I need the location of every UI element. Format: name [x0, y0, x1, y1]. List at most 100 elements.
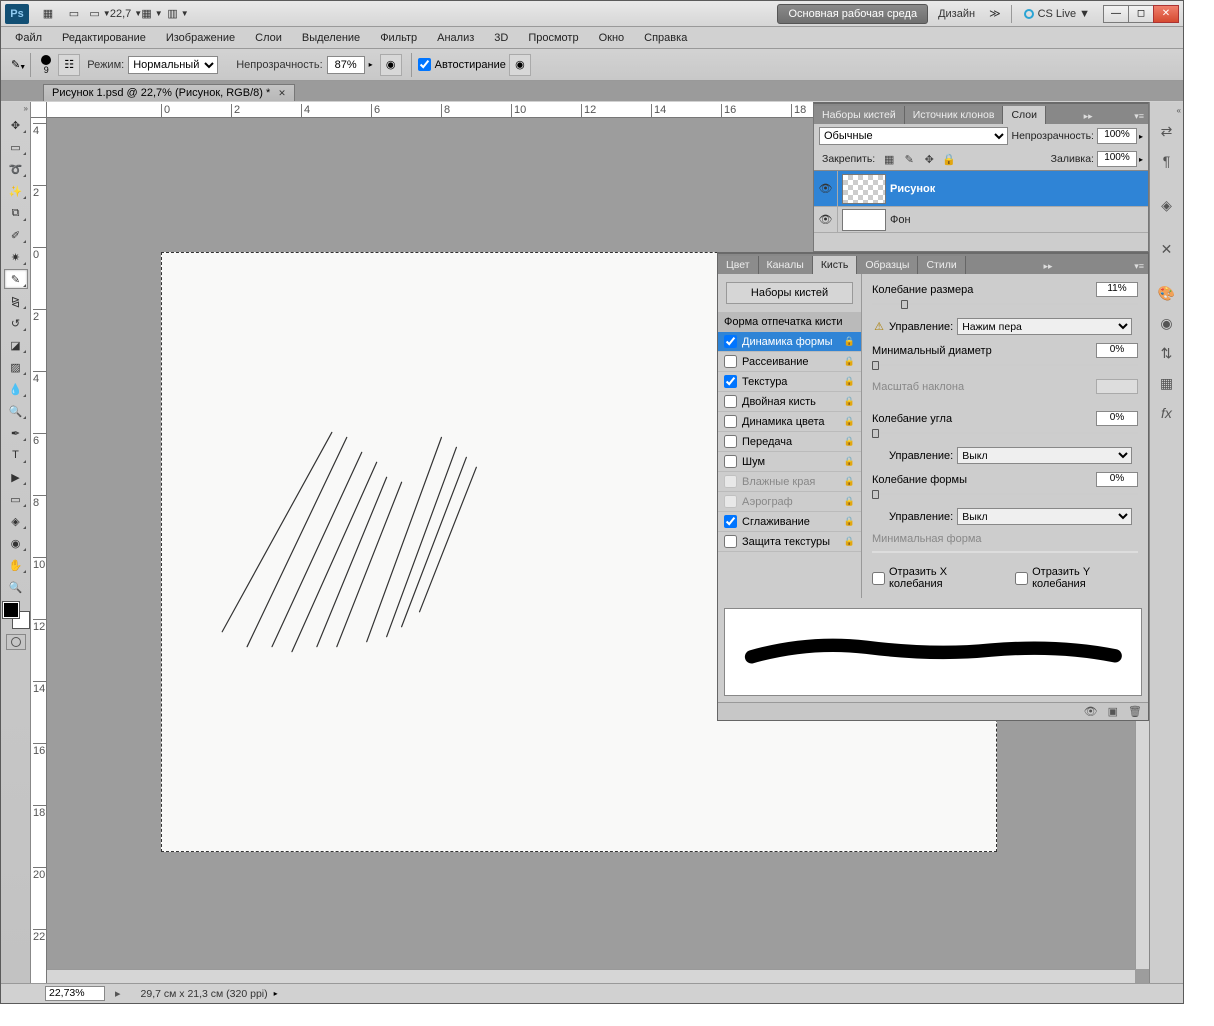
size-jitter-value[interactable]: 11%	[1096, 282, 1138, 297]
design-workspace-button[interactable]: Дизайн	[932, 5, 981, 23]
color-swatches[interactable]	[3, 602, 29, 628]
arrange-docs-dropdown[interactable]: ▦▼	[141, 4, 163, 24]
layers-icon[interactable]: ◈	[1154, 193, 1180, 217]
tab-color[interactable]: Цвет	[718, 256, 759, 274]
bridge-icon[interactable]: ▦	[37, 4, 59, 24]
heal-tool[interactable]: ✷	[4, 247, 28, 267]
right-collapse-icon[interactable]: «	[1150, 106, 1183, 116]
links-icon[interactable]: ⇅	[1154, 341, 1180, 365]
screen-mode-dropdown[interactable]: ▭▼	[89, 4, 111, 24]
zoom-status-input[interactable]: 22,73%	[45, 986, 105, 1001]
size-control-select[interactable]: Нажим пера	[957, 318, 1132, 335]
brush-category-item[interactable]: Динамика формы🔒	[718, 332, 861, 352]
minibridge-icon[interactable]: ▭	[63, 4, 85, 24]
wand-tool[interactable]: ✨	[4, 181, 28, 201]
stamp-tool[interactable]: ⧎	[4, 291, 28, 311]
horizontal-scrollbar[interactable]	[47, 969, 1135, 983]
min-diameter-slider[interactable]	[872, 361, 1138, 369]
brush-preset-picker[interactable]: 9	[41, 55, 51, 75]
blend-mode-select[interactable]: Нормальный	[128, 56, 218, 74]
layer-thumbnail[interactable]	[842, 174, 886, 204]
adjustments-icon[interactable]: ⇄	[1154, 119, 1180, 143]
maximize-button[interactable]: ◻	[1128, 5, 1154, 23]
brush-panel-menu-icon[interactable]: ▾≡	[1130, 259, 1148, 274]
blur-tool[interactable]: 💧	[4, 379, 28, 399]
swatches-icon[interactable]: ▦	[1154, 371, 1180, 395]
angle-jitter-value[interactable]: 0%	[1096, 411, 1138, 426]
history-brush-tool[interactable]: ↺	[4, 313, 28, 333]
brush-category-item[interactable]: Передача🔒	[718, 432, 861, 452]
paragraph-icon[interactable]: ¶	[1154, 149, 1180, 173]
min-diameter-value[interactable]: 0%	[1096, 343, 1138, 358]
tab-brush-presets[interactable]: Наборы кистей	[814, 106, 905, 124]
brush-category-item[interactable]: Двойная кисть🔒	[718, 392, 861, 412]
marquee-tool[interactable]: ▭	[4, 137, 28, 157]
roundness-jitter-value[interactable]: 0%	[1096, 472, 1138, 487]
lock-position-icon[interactable]: ✥	[922, 152, 936, 166]
flip-x-checkbox[interactable]: Отразить X колебания	[872, 566, 995, 590]
tablet-size-icon[interactable]: ◉	[509, 54, 531, 76]
status-info-icon[interactable]: ▸	[115, 987, 121, 1000]
brush-presets-button[interactable]: Наборы кистей	[726, 282, 853, 304]
shape-tool[interactable]: ▭	[4, 489, 28, 509]
roundness-control-select[interactable]: Выкл	[957, 508, 1132, 525]
color-icon[interactable]: 🎨	[1154, 281, 1180, 305]
menu-edit[interactable]: Редактирование	[52, 30, 156, 46]
tab-clone-source[interactable]: Источник клонов	[905, 106, 1004, 124]
menu-filter[interactable]: Фильтр	[370, 30, 427, 46]
brush-category-item[interactable]: Сглаживание🔒	[718, 512, 861, 532]
flip-y-checkbox[interactable]: Отразить Y колебания	[1015, 566, 1138, 590]
layer-opacity-input[interactable]: 100%	[1097, 128, 1137, 144]
status-menu-icon[interactable]: ▸	[274, 989, 278, 998]
tool-preset-dropdown[interactable]: ✎▼	[11, 58, 20, 71]
brush-category-item[interactable]: Аэрограф🔒	[718, 492, 861, 512]
tab-channels[interactable]: Каналы	[759, 256, 813, 274]
toolbox-collapse-icon[interactable]: »	[1, 104, 30, 114]
more-workspaces-icon[interactable]: ≫	[983, 7, 1007, 20]
brush-panel-toggle-icon[interactable]: ☷	[58, 54, 80, 76]
roundness-jitter-slider[interactable]	[872, 490, 1138, 498]
layer-name[interactable]: Рисунок	[890, 183, 935, 195]
menu-select[interactable]: Выделение	[292, 30, 370, 46]
brush-category-item[interactable]: Рассеивание🔒	[718, 352, 861, 372]
tab-close-icon[interactable]: ✕	[278, 88, 286, 99]
angle-jitter-slider[interactable]	[872, 429, 1138, 437]
layer-name[interactable]: Фон	[890, 214, 911, 226]
quick-mask-button[interactable]	[6, 634, 26, 650]
menu-analysis[interactable]: Анализ	[427, 30, 484, 46]
cslive-dropdown[interactable]: CS Live▼	[1016, 8, 1098, 20]
eyedropper-tool[interactable]: ✐	[4, 225, 28, 245]
brush-category-item[interactable]: Защита текстуры🔒	[718, 532, 861, 552]
layer-visibility-icon[interactable]: 👁	[814, 171, 838, 206]
vertical-ruler[interactable]: 420246810121416182022	[31, 118, 47, 983]
history-icon[interactable]: ◉	[1154, 311, 1180, 335]
extras-dropdown[interactable]: ▥▼	[167, 4, 189, 24]
3d-tool[interactable]: ◈	[4, 511, 28, 531]
layer-row[interactable]: 👁 Рисунок	[814, 171, 1148, 207]
brush-category-item[interactable]: Форма отпечатка кисти	[718, 312, 861, 332]
tools-icon[interactable]: ✕	[1154, 237, 1180, 261]
menu-image[interactable]: Изображение	[156, 30, 245, 46]
layers-panel-menu-icon[interactable]: ▾≡	[1130, 109, 1148, 124]
tab-brush[interactable]: Кисть	[813, 256, 858, 274]
tab-layers[interactable]: Слои	[1003, 106, 1046, 124]
size-jitter-slider[interactable]	[872, 300, 1138, 308]
move-tool[interactable]: ✥	[4, 115, 28, 135]
fill-input[interactable]: 100%	[1097, 151, 1137, 167]
workspace-button[interactable]: Основная рабочая среда	[777, 4, 928, 24]
angle-control-select[interactable]: Выкл	[957, 447, 1132, 464]
path-select-tool[interactable]: ▶	[4, 467, 28, 487]
lock-pixels-icon[interactable]: ✎	[902, 152, 916, 166]
menu-help[interactable]: Справка	[634, 30, 697, 46]
lasso-tool[interactable]: ➰	[4, 159, 28, 179]
menu-file[interactable]: Файл	[5, 30, 52, 46]
new-brush-icon[interactable]: ▣	[1108, 705, 1118, 718]
document-tab[interactable]: Рисунок 1.psd @ 22,7% (Рисунок, RGB/8) *…	[43, 84, 295, 101]
layers-panel-expand-icon[interactable]: ▸▸	[1080, 109, 1097, 124]
brush-category-item[interactable]: Динамика цвета🔒	[718, 412, 861, 432]
ruler-origin[interactable]	[31, 102, 47, 118]
crop-tool[interactable]: ⧉	[4, 203, 28, 223]
brush-category-item[interactable]: Шум🔒	[718, 452, 861, 472]
pen-tool[interactable]: ✒	[4, 423, 28, 443]
layer-visibility-icon[interactable]: 👁	[814, 207, 838, 232]
